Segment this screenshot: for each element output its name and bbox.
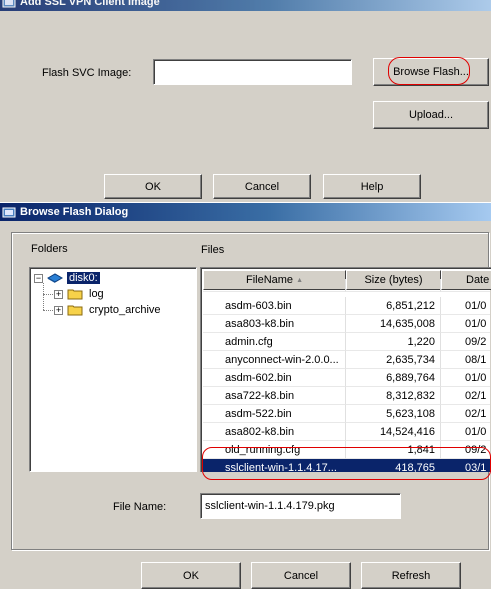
file-date-cell: 01/0 (441, 369, 491, 387)
add-ssl-vpn-client-image-dialog: Add SSL VPN Client Image Flash SVC Image… (0, 0, 491, 203)
table-row[interactable]: sslclient-win-1.1.4.17... 418,765 03/1 (203, 459, 491, 472)
folder-icon (67, 289, 83, 300)
file-date-cell: 09/2 (441, 441, 491, 459)
collapse-icon[interactable]: − (34, 273, 43, 283)
file-name-label: File Name: (113, 501, 167, 513)
file-date-cell: 01/0 (441, 423, 491, 441)
browse-flash-button[interactable]: Browse Flash... (373, 58, 489, 86)
folder-tree[interactable]: − disk0: + log + crypto_archive (29, 267, 197, 472)
app-icon (2, 207, 16, 218)
file-date-cell: 02/1 (441, 405, 491, 423)
file-size-cell: 1,841 (346, 441, 441, 459)
file-name-cell: asa722-k8.bin (203, 387, 346, 405)
refresh-button[interactable]: Refresh (361, 562, 461, 589)
file-date-cell: 09/2 (441, 333, 491, 351)
top-cancel-button[interactable]: Cancel (213, 174, 311, 199)
table-row[interactable]: anyconnect-win-2.0.0... 2,635,734 08/1 (203, 351, 491, 369)
folder-icon (67, 305, 83, 316)
expand-icon[interactable]: + (54, 305, 63, 315)
table-row[interactable]: asa722-k8.bin 8,312,832 02/1 (203, 387, 491, 405)
table-row[interactable]: asdm-602.bin 6,889,764 01/0 (203, 369, 491, 387)
table-row[interactable]: asdm-603.bin 6,851,212 01/0 (203, 297, 491, 315)
files-table[interactable]: FileName ▲ Size (bytes) Date asdm-603.bi… (200, 267, 491, 472)
table-row[interactable]: asdm-522.bin 5,623,108 02/1 (203, 405, 491, 423)
table-row[interactable]: asa802-k8.bin 14,524,416 01/0 (203, 423, 491, 441)
file-date-cell: 03/1 (441, 459, 491, 472)
file-size-cell: 8,312,832 (346, 387, 441, 405)
top-dialog-titlebar: Add SSL VPN Client Image (0, 0, 491, 11)
tree-label-disk0: disk0: (66, 271, 101, 285)
tree-node-log[interactable]: + log (54, 286, 106, 302)
flash-svc-image-field[interactable] (153, 59, 352, 85)
file-name-cell: asdm-602.bin (203, 369, 346, 387)
tree-node-crypto-archive[interactable]: + crypto_archive (54, 302, 163, 318)
files-label: Files (201, 244, 225, 256)
file-size-cell: 2,635,734 (346, 351, 441, 369)
tree-node-disk0[interactable]: − disk0: (34, 270, 101, 286)
file-size-cell: 5,623,108 (346, 405, 441, 423)
top-dialog-title: Add SSL VPN Client Image (20, 0, 160, 8)
browse-dialog-title: Browse Flash Dialog (20, 206, 129, 218)
tree-label-crypto-archive: crypto_archive (89, 304, 161, 316)
file-size-cell: 1,220 (346, 333, 441, 351)
file-name-cell: asdm-603.bin (203, 297, 346, 315)
file-date-cell: 08/1 (441, 351, 491, 369)
file-name-cell: admin.cfg (203, 333, 346, 351)
tree-label-log: log (89, 288, 104, 300)
file-name-cell: asa803-k8.bin (203, 315, 346, 333)
file-name-cell: anyconnect-win-2.0.0... (203, 351, 346, 369)
file-size-cell: 14,635,008 (346, 315, 441, 333)
browse-cancel-button[interactable]: Cancel (251, 562, 351, 589)
table-row[interactable]: asa803-k8.bin 14,635,008 01/0 (203, 315, 491, 333)
file-date-cell: 01/0 (441, 315, 491, 333)
drive-icon (47, 273, 63, 283)
file-size-cell: 418,765 (346, 459, 441, 472)
folders-label: Folders (31, 243, 68, 255)
app-icon (2, 0, 16, 8)
file-name-cell: asdm-522.bin (203, 405, 346, 423)
browse-dialog-titlebar: Browse Flash Dialog (0, 203, 491, 221)
file-name-cell: sslclient-win-1.1.4.17... (203, 459, 346, 472)
file-size-cell: 14,524,416 (346, 423, 441, 441)
file-date-cell: 01/0 (441, 297, 491, 315)
flash-svc-image-label: Flash SVC Image: (42, 67, 132, 79)
table-row[interactable] (203, 279, 491, 292)
upload-button[interactable]: Upload... (373, 101, 489, 129)
file-size-cell: 6,889,764 (346, 369, 441, 387)
file-name-cell: old_running.cfg (203, 441, 346, 459)
file-name-cell: asa802-k8.bin (203, 423, 346, 441)
file-size-cell: 6,851,212 (346, 297, 441, 315)
expand-icon[interactable]: + (54, 289, 63, 299)
file-name-cell (203, 279, 346, 292)
file-size-cell (346, 279, 441, 292)
top-ok-button[interactable]: OK (104, 174, 202, 199)
table-row[interactable]: old_running.cfg 1,841 09/2 (203, 441, 491, 459)
top-help-button[interactable]: Help (323, 174, 421, 199)
file-date-cell (441, 279, 491, 292)
file-name-field[interactable] (200, 493, 401, 519)
file-date-cell: 02/1 (441, 387, 491, 405)
browse-ok-button[interactable]: OK (141, 562, 241, 589)
table-row[interactable]: admin.cfg 1,220 09/2 (203, 333, 491, 351)
